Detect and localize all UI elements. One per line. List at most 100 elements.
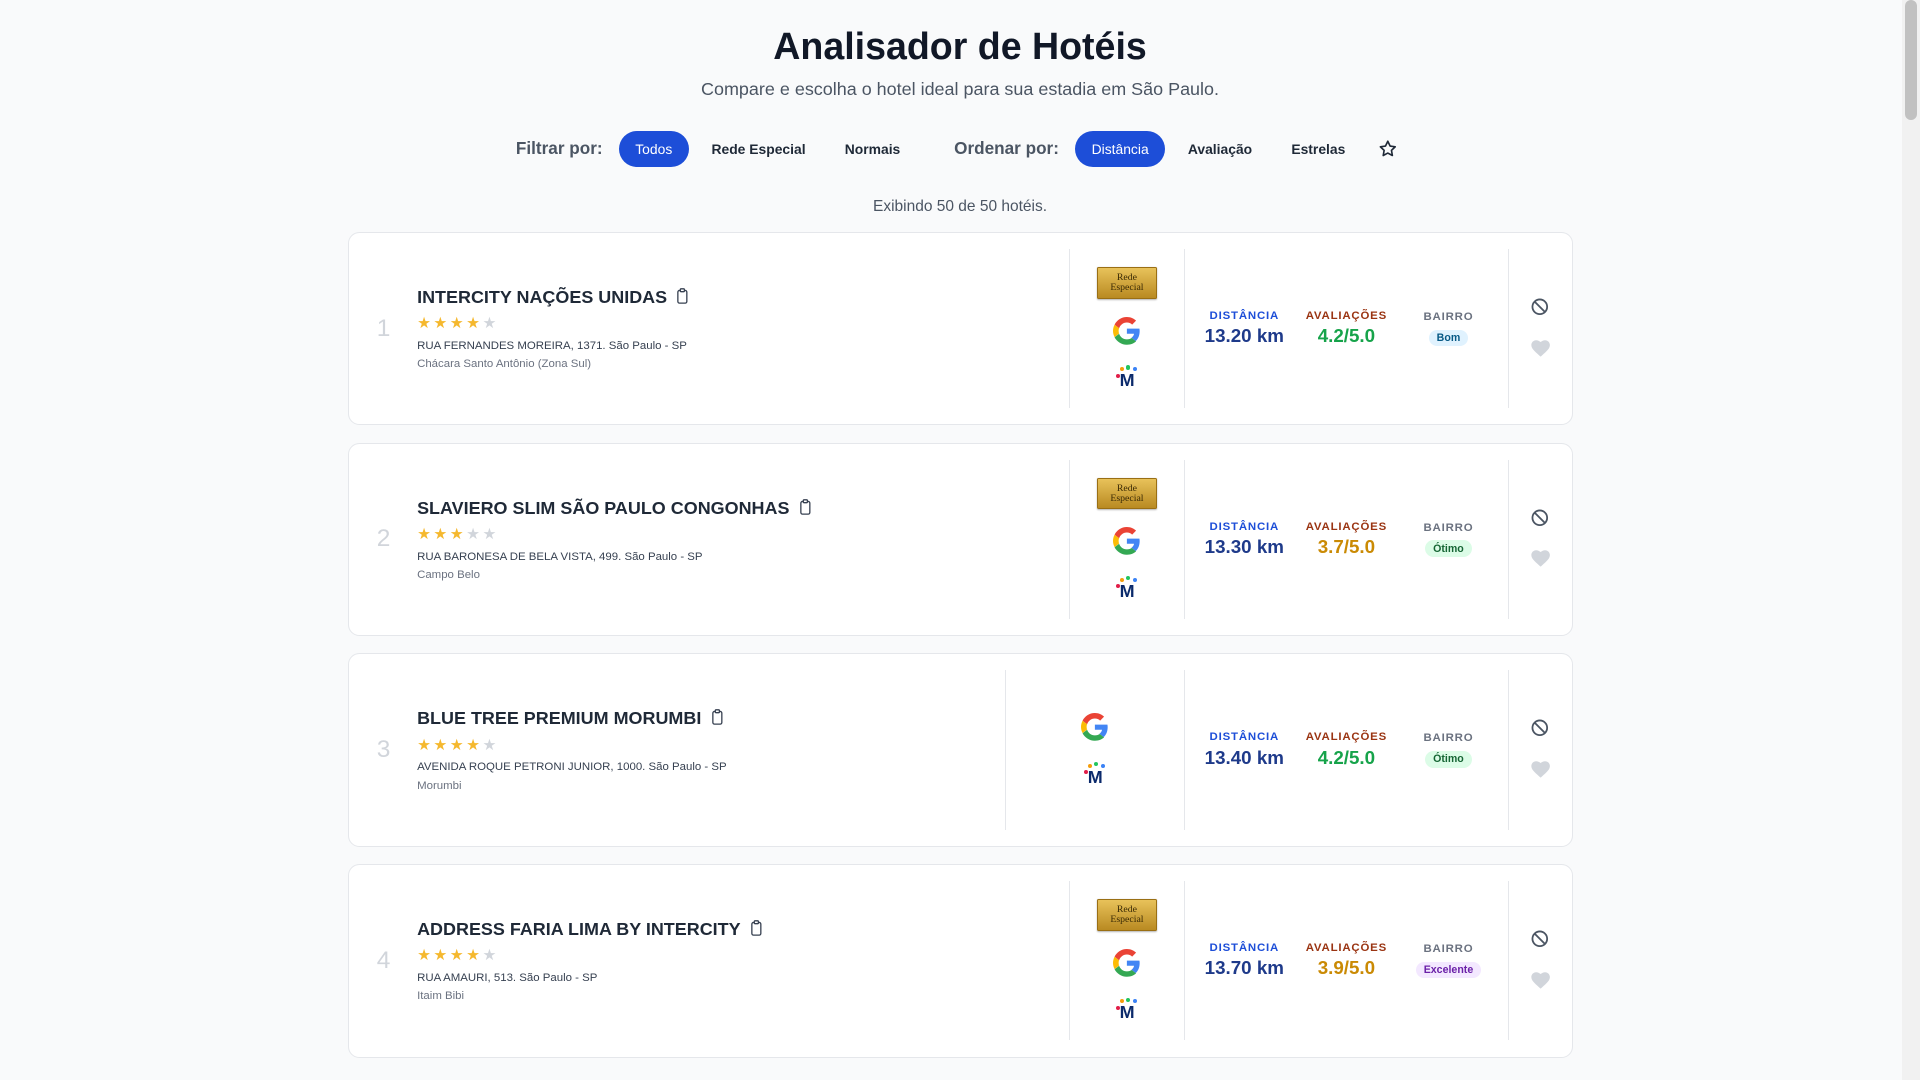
star-icon: ★: [482, 315, 497, 333]
filter-normais-button[interactable]: Normais: [828, 131, 916, 167]
filter-todos-button[interactable]: Todos: [618, 130, 689, 167]
hotel-actions: [1507, 459, 1572, 619]
hotel-name: SLAVIERO SLIM SÃO PAULO CONGONHAS: [417, 497, 790, 518]
hotel-neighborhood: Campo Belo: [417, 569, 480, 582]
distance-metric: DISTÂNCIA 13.30 km: [1185, 521, 1303, 558]
page-title: Analisador de Hotéis: [773, 24, 1147, 67]
hotel-info: INTERCITY NAÇÕES UNIDAS ★ ★ ★ ★ ★ RUA FERNANDE…: [415, 287, 1068, 370]
hotel-name: ADDRESS FARIA LIMA BY INTERCITY: [417, 919, 741, 940]
hotel-stars: ★ ★ ★ ★ ★: [417, 316, 1069, 332]
rating-metric: AVALIAÇÕES 4.2/5.0: [1304, 731, 1390, 768]
star-icon: ★: [417, 525, 431, 543]
distance-metric: DISTÂNCIA 13.70 km: [1185, 942, 1303, 979]
hide-hotel-button[interactable]: [1530, 718, 1550, 741]
bairro-metric: BAIRRO Bom: [1389, 311, 1507, 347]
scrollbar-thumb[interactable]: [1905, 0, 1917, 120]
ban-icon: [1530, 297, 1550, 320]
hotel-address: RUA BARONESA DE BELA VISTA, 499. São Pau…: [417, 550, 703, 563]
rede-especial-badge: Rede Especial: [1097, 267, 1157, 299]
distance-value: 13.70 km: [1204, 957, 1284, 979]
hotel-info: ADDRESS FARIA LIMA BY INTERCITY ★ ★ ★ ★ ★ RUA …: [415, 919, 1068, 1002]
filter-sort-toolbar: Filtrar por: Todos Rede Especial Normais…: [0, 130, 1920, 167]
hotel-actions: [1507, 881, 1572, 1041]
sort-avaliacao-button[interactable]: Avaliação: [1172, 131, 1269, 167]
star-icon: ★: [433, 525, 448, 543]
star-icon: ★: [417, 947, 431, 965]
bairro-quality-badge: Ótimo: [1424, 540, 1472, 558]
hide-hotel-button[interactable]: [1530, 508, 1550, 531]
star-icon: ★: [466, 736, 481, 754]
hotel-metrics: DISTÂNCIA 13.70 km AVALIAÇÕES 3.9/5.0 BAIRRO…: [1184, 881, 1508, 1041]
hotel-rank: 1: [376, 314, 391, 342]
clipboard-icon: [675, 287, 690, 307]
star-icon: ★: [466, 947, 481, 965]
distance-metric: DISTÂNCIA 13.40 km: [1185, 731, 1303, 768]
star-icon: ★: [466, 525, 481, 543]
heart-icon: [1530, 759, 1551, 782]
star-icon: ★: [449, 736, 464, 754]
google-logo-icon: [1081, 713, 1109, 744]
clipboard-icon: [749, 920, 764, 939]
favorite-button[interactable]: [1530, 338, 1551, 361]
hotel-info: SLAVIERO SLIM SÃO PAULO CONGONHAS ★ ★ ★ ★ ★ RU…: [415, 498, 1068, 581]
favorite-button[interactable]: [1530, 759, 1551, 782]
rating-metric: AVALIAÇÕES 4.2/5.0: [1304, 310, 1390, 347]
google-logo-icon: [1113, 527, 1141, 558]
rating-value: 4.2/5.0: [1317, 746, 1376, 768]
favorite-button[interactable]: [1530, 970, 1551, 993]
copy-name-button[interactable]: [710, 709, 725, 728]
source-logos: Rede Especial M: [1068, 881, 1184, 1041]
rating-value: 3.9/5.0: [1317, 957, 1376, 979]
ban-icon: [1530, 508, 1550, 531]
favorite-button[interactable]: [1530, 548, 1551, 571]
page-subtitle: Compare e escolha o hotel ideal para sua…: [701, 78, 1220, 99]
hide-hotel-button[interactable]: [1530, 297, 1550, 320]
copy-name-button[interactable]: [675, 287, 690, 307]
source-logos: M: [1005, 670, 1184, 830]
hotel-neighborhood: Itaim Bibi: [417, 990, 465, 1003]
star-icon: ★: [449, 315, 464, 333]
hotel-neighborhood: Morumbi: [417, 779, 462, 792]
hotel-name: INTERCITY NAÇÕES UNIDAS: [417, 287, 668, 307]
star-icon: ★: [433, 315, 448, 333]
hotel-rank: 4: [376, 946, 391, 974]
clipboard-icon: [710, 709, 725, 728]
page-header: Analisador de Hotéis Compare e escolha o…: [0, 0, 1920, 100]
heart-icon: [1530, 970, 1551, 993]
rede-especial-badge: Rede Especial: [1097, 478, 1157, 510]
star-icon: ★: [433, 736, 448, 754]
favorites-filter-button[interactable]: [1371, 134, 1404, 163]
hotel-rank: 3: [376, 736, 391, 764]
m-brand-logo: M: [1115, 365, 1140, 390]
star-icon: ★: [417, 315, 431, 333]
rating-value: 3.7/5.0: [1317, 535, 1376, 557]
results-count: Exibindo 50 de 50 hotéis.: [872, 197, 1048, 215]
m-brand-logo: M: [1115, 997, 1140, 1022]
copy-name-button[interactable]: [749, 920, 764, 939]
sort-estrelas-button[interactable]: Estrelas: [1275, 131, 1362, 167]
vertical-scrollbar[interactable]: [1902, 0, 1920, 1080]
hide-hotel-button[interactable]: [1530, 929, 1550, 952]
bairro-quality-badge: Excelente: [1415, 961, 1482, 979]
star-icon: ★: [417, 736, 431, 754]
sort-label: Ordenar por:: [954, 138, 1059, 159]
bairro-metric: BAIRRO Excelente: [1389, 943, 1507, 979]
filter-rede-especial-button[interactable]: Rede Especial: [695, 131, 822, 167]
distance-metric: DISTÂNCIA 13.20 km: [1185, 310, 1303, 347]
rating-metric: AVALIAÇÕES 3.9/5.0: [1304, 942, 1390, 979]
heart-icon: [1530, 548, 1551, 571]
hotel-neighborhood: Chácara Santo Antônio (Zona Sul): [417, 358, 592, 371]
bairro-quality-badge: Bom: [1428, 329, 1469, 347]
ban-icon: [1530, 718, 1550, 741]
star-icon: ★: [449, 525, 464, 543]
sort-distancia-button[interactable]: Distância: [1075, 130, 1165, 167]
star-icon: ★: [433, 947, 448, 965]
rating-value: 4.2/5.0: [1317, 325, 1376, 347]
bairro-metric: BAIRRO Ótimo: [1389, 522, 1507, 558]
star-icon: ★: [482, 736, 497, 754]
copy-name-button[interactable]: [798, 498, 813, 518]
hotel-card: 2 SLAVIERO SLIM SÃO PAULO CONGONHAS ★ ★ ★ ★ ★ R…: [347, 442, 1573, 637]
star-icon: ★: [466, 315, 481, 333]
hotel-card: 3 BLUE TREE PREMIUM MORUMBI ★ ★ ★ ★ ★ AVENIDA R…: [347, 653, 1573, 847]
m-brand-logo: M: [1083, 762, 1108, 787]
